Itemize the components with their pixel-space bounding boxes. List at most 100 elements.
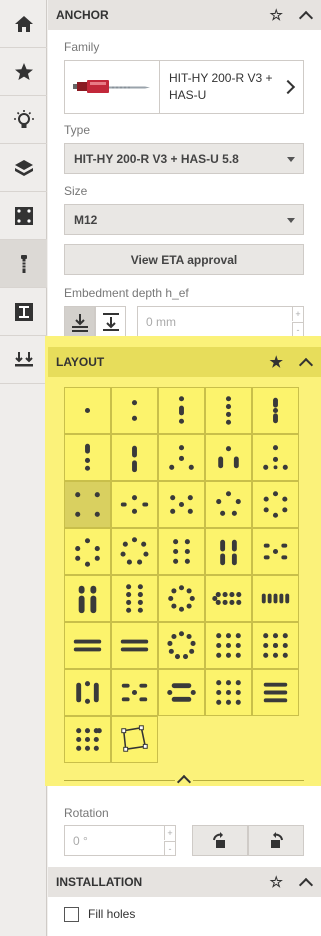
layout-pattern-icon xyxy=(263,445,288,470)
layout-pattern-icon xyxy=(168,585,195,612)
anchor-section-header[interactable]: ANCHOR ☆ xyxy=(48,0,321,30)
layout-pattern-cell[interactable] xyxy=(64,528,111,575)
nav-favorites[interactable] xyxy=(0,48,47,96)
layout-pattern-cell[interactable] xyxy=(252,434,299,481)
nav-profile[interactable] xyxy=(0,288,47,336)
layout-pattern-cell[interactable] xyxy=(158,528,205,575)
nav-baseplate[interactable] xyxy=(0,192,47,240)
custom-polygon-icon xyxy=(121,725,148,752)
rotate-left-button[interactable] xyxy=(192,825,248,856)
view-eta-approval-button[interactable]: View ETA approval xyxy=(64,244,304,275)
layout-pattern-cell[interactable] xyxy=(111,528,158,575)
nav-base-material[interactable] xyxy=(0,144,47,192)
layout-pattern-cell[interactable] xyxy=(64,716,111,763)
layout-pattern-icon xyxy=(120,495,149,514)
favorite-star-icon[interactable]: ☆ xyxy=(270,8,283,23)
size-select[interactable]: M12 xyxy=(64,204,304,235)
layout-section-title: LAYOUT xyxy=(56,355,105,369)
layout-pattern-icon xyxy=(218,446,239,469)
layout-pattern-icon xyxy=(170,495,193,514)
layout-pattern-cell[interactable] xyxy=(252,575,299,622)
layout-pattern-cell[interactable] xyxy=(205,622,252,669)
base-material-icon xyxy=(14,159,33,176)
embedment-mode-flush-button[interactable] xyxy=(64,306,95,337)
layout-pattern-icon xyxy=(75,492,100,517)
layout-pattern-icon xyxy=(167,631,196,660)
embedment-depth-placeholder: 0 mm xyxy=(146,314,176,329)
family-selector[interactable]: HIT-HY 200-R V3 + HAS-U xyxy=(64,60,304,114)
layout-pattern-cell[interactable] xyxy=(158,434,205,481)
layout-pattern-cell[interactable] xyxy=(111,481,158,528)
size-label: Size xyxy=(64,184,88,198)
decrement-button[interactable]: - xyxy=(292,322,303,336)
layout-pattern-cell[interactable] xyxy=(252,528,299,575)
collapse-chevron-icon[interactable] xyxy=(298,357,314,372)
layout-pattern-cell[interactable] xyxy=(111,669,158,716)
caret-down-icon xyxy=(287,218,295,223)
layout-pattern-icon xyxy=(76,728,102,751)
layout-pattern-cell[interactable] xyxy=(205,387,252,434)
embedment-mode-depth-button[interactable] xyxy=(95,306,126,337)
layout-pattern-cell[interactable] xyxy=(158,622,205,669)
layout-pattern-cell[interactable] xyxy=(205,434,252,481)
rotate-right-button[interactable] xyxy=(248,825,304,856)
layout-pattern-icon xyxy=(261,593,290,604)
layout-pattern-cell[interactable] xyxy=(111,622,158,669)
embed-depth-icon xyxy=(102,312,119,331)
layout-pattern-cell[interactable] xyxy=(64,387,111,434)
collapse-chevron-icon[interactable] xyxy=(298,10,314,25)
loads-icon xyxy=(14,351,33,366)
layout-pattern-cell[interactable] xyxy=(64,481,111,528)
layout-pattern-cell[interactable] xyxy=(64,669,111,716)
nav-suggestions[interactable] xyxy=(0,96,47,144)
layout-pattern-cell[interactable] xyxy=(64,434,111,481)
collapse-layout-button[interactable] xyxy=(175,772,193,789)
layout-pattern-cell[interactable] xyxy=(158,481,205,528)
layout-pattern-cell[interactable] xyxy=(158,575,205,622)
collapse-chevron-icon[interactable] xyxy=(298,877,314,892)
installation-section-header[interactable]: INSTALLATION ☆ xyxy=(48,867,321,897)
layout-pattern-icon xyxy=(121,683,148,702)
layout-pattern-cell[interactable] xyxy=(252,622,299,669)
rotate-right-icon xyxy=(271,831,283,848)
layout-pattern-cell[interactable] xyxy=(205,669,252,716)
type-label: Type xyxy=(64,123,91,137)
fill-holes-label: Fill holes xyxy=(88,907,136,921)
layout-section-header[interactable]: LAYOUT ★ xyxy=(48,347,321,377)
layout-pattern-cell[interactable] xyxy=(252,481,299,528)
type-value: HIT-HY 200-R V3 + HAS-U 5.8 xyxy=(74,151,239,166)
layout-pattern-cell[interactable] xyxy=(252,669,299,716)
layout-pattern-cell[interactable] xyxy=(64,575,111,622)
layout-pattern-icon xyxy=(225,396,232,425)
layout-pattern-cell[interactable] xyxy=(64,622,111,669)
decrement-button[interactable]: - xyxy=(164,841,175,855)
nav-anchor[interactable] xyxy=(0,240,47,288)
layout-pattern-cell[interactable] xyxy=(111,575,158,622)
custom-layout-button[interactable] xyxy=(111,716,158,763)
profile-icon xyxy=(14,302,33,321)
layout-pattern-cell[interactable] xyxy=(205,528,252,575)
nav-home[interactable] xyxy=(0,0,47,48)
rotation-input[interactable]: 0 ° + - xyxy=(64,825,176,856)
layout-pattern-cell[interactable] xyxy=(111,434,158,481)
left-nav xyxy=(0,0,47,936)
favorite-star-icon[interactable]: ★ xyxy=(270,355,283,370)
layout-pattern-cell[interactable] xyxy=(158,387,205,434)
layout-pattern-cell[interactable] xyxy=(205,481,252,528)
embedment-depth-input[interactable]: 0 mm + - xyxy=(137,306,304,337)
increment-button[interactable]: + xyxy=(164,826,175,840)
layout-pattern-cell[interactable] xyxy=(111,387,158,434)
favorite-star-icon[interactable]: ☆ xyxy=(270,875,283,890)
layout-pattern-cell[interactable] xyxy=(158,669,205,716)
baseplate-icon xyxy=(14,206,33,225)
size-value: M12 xyxy=(74,212,98,227)
layout-pattern-icon xyxy=(220,539,237,566)
anchor-icon xyxy=(20,254,27,273)
layout-pattern-cell[interactable] xyxy=(205,575,252,622)
layout-pattern-cell[interactable] xyxy=(252,387,299,434)
type-select[interactable]: HIT-HY 200-R V3 + HAS-U 5.8 xyxy=(64,143,304,174)
increment-button[interactable]: + xyxy=(292,307,303,321)
anchor-product-image xyxy=(65,61,160,113)
nav-loads[interactable] xyxy=(0,336,47,384)
fill-holes-checkbox[interactable] xyxy=(64,907,79,922)
